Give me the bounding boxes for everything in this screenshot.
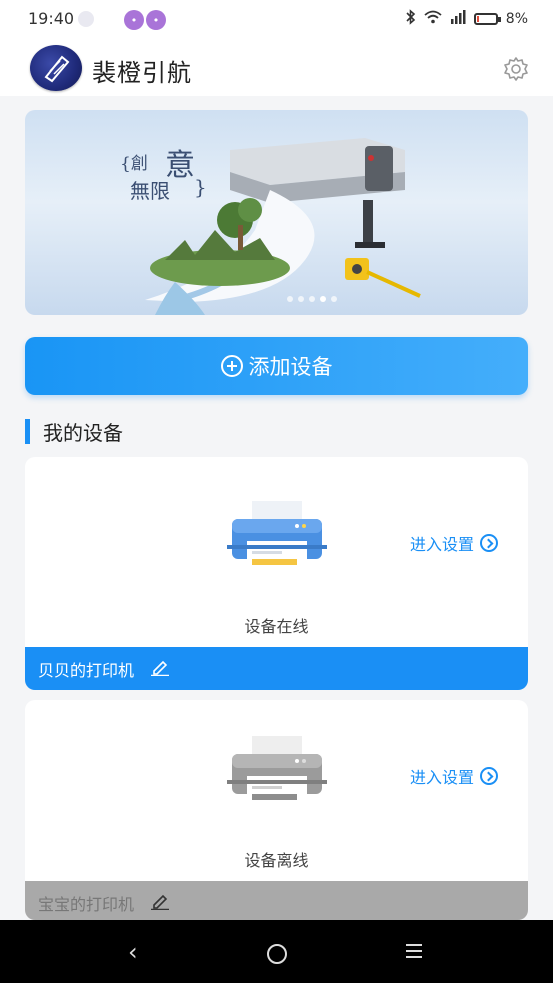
- promo-banner[interactable]: {創 意 無限 }: [25, 110, 528, 315]
- notification-icon: •: [124, 10, 144, 30]
- arrow-right-circle-icon: [480, 534, 498, 552]
- gear-icon[interactable]: [503, 56, 529, 86]
- signal-icon: [450, 9, 466, 29]
- add-device-button[interactable]: 添加设备: [25, 337, 528, 395]
- edit-icon[interactable]: [150, 658, 170, 680]
- app-title: 裴橙引航: [92, 59, 192, 87]
- notification-icons: • •: [124, 10, 166, 30]
- bluetooth-icon: [406, 9, 416, 29]
- printer-offline-icon: [227, 736, 327, 811]
- slogan-brace: }: [194, 175, 207, 199]
- battery-percent: 8%: [505, 11, 528, 27]
- device-status: 设备离线: [244, 851, 309, 870]
- device-name-bar[interactable]: 贝贝的打印机: [25, 647, 528, 690]
- slogan-bottom: 無限: [130, 179, 170, 203]
- home-icon[interactable]: [267, 944, 287, 964]
- printer-online-icon: [227, 501, 327, 576]
- status-bar: 19:40 • • 8%: [0, 0, 553, 40]
- status-indicators: 8%: [406, 9, 528, 29]
- section-accent-bar: [25, 418, 30, 444]
- arrow-right-circle-icon: [480, 767, 498, 785]
- enter-settings-link[interactable]: 进入设置: [410, 764, 498, 788]
- device-card[interactable]: 进入设置 设备离线 宝宝的打印机: [25, 700, 528, 920]
- banner-illustration: [145, 138, 421, 315]
- device-status: 设备在线: [244, 617, 309, 636]
- back-icon[interactable]: ‹: [128, 938, 138, 966]
- add-device-label: 添加设备: [248, 355, 333, 379]
- device-name: 宝宝的打印机: [38, 895, 135, 914]
- system-nav-bar: ‹: [0, 920, 553, 983]
- enter-settings-link[interactable]: 进入设置: [410, 531, 498, 555]
- app-logo: [30, 45, 82, 91]
- battery-level: [476, 16, 479, 22]
- enter-settings-label: 进入设置: [409, 535, 474, 554]
- logo-mark: [44, 55, 70, 83]
- carousel-dot-active[interactable]: [320, 296, 326, 302]
- device-card[interactable]: 进入设置 设备在线 贝贝的打印机: [25, 457, 528, 690]
- carousel-dot[interactable]: [298, 296, 304, 302]
- status-time: 19:40: [28, 9, 75, 28]
- edit-icon[interactable]: [150, 892, 170, 914]
- section-header: 我的设备: [25, 418, 123, 445]
- section-title: 我的设备: [43, 420, 123, 445]
- enter-settings-label: 进入设置: [409, 768, 474, 787]
- carousel-indicators[interactable]: [287, 296, 337, 302]
- carousel-dot[interactable]: [287, 296, 293, 302]
- app-header: 裴橙引航: [0, 40, 553, 96]
- menu-icon[interactable]: [406, 944, 422, 962]
- slogan-small: {創: [120, 154, 148, 174]
- carousel-dot[interactable]: [309, 296, 315, 302]
- device-name: 贝贝的打印机: [38, 661, 135, 680]
- plus-circle-icon: [220, 355, 243, 377]
- carousel-dot[interactable]: [331, 296, 337, 302]
- wifi-icon: [424, 10, 442, 28]
- device-name-bar[interactable]: 宝宝的打印机: [25, 881, 528, 920]
- notification-icon: •: [146, 10, 166, 30]
- battery-icon: [473, 13, 501, 25]
- moon-icon: [78, 11, 94, 27]
